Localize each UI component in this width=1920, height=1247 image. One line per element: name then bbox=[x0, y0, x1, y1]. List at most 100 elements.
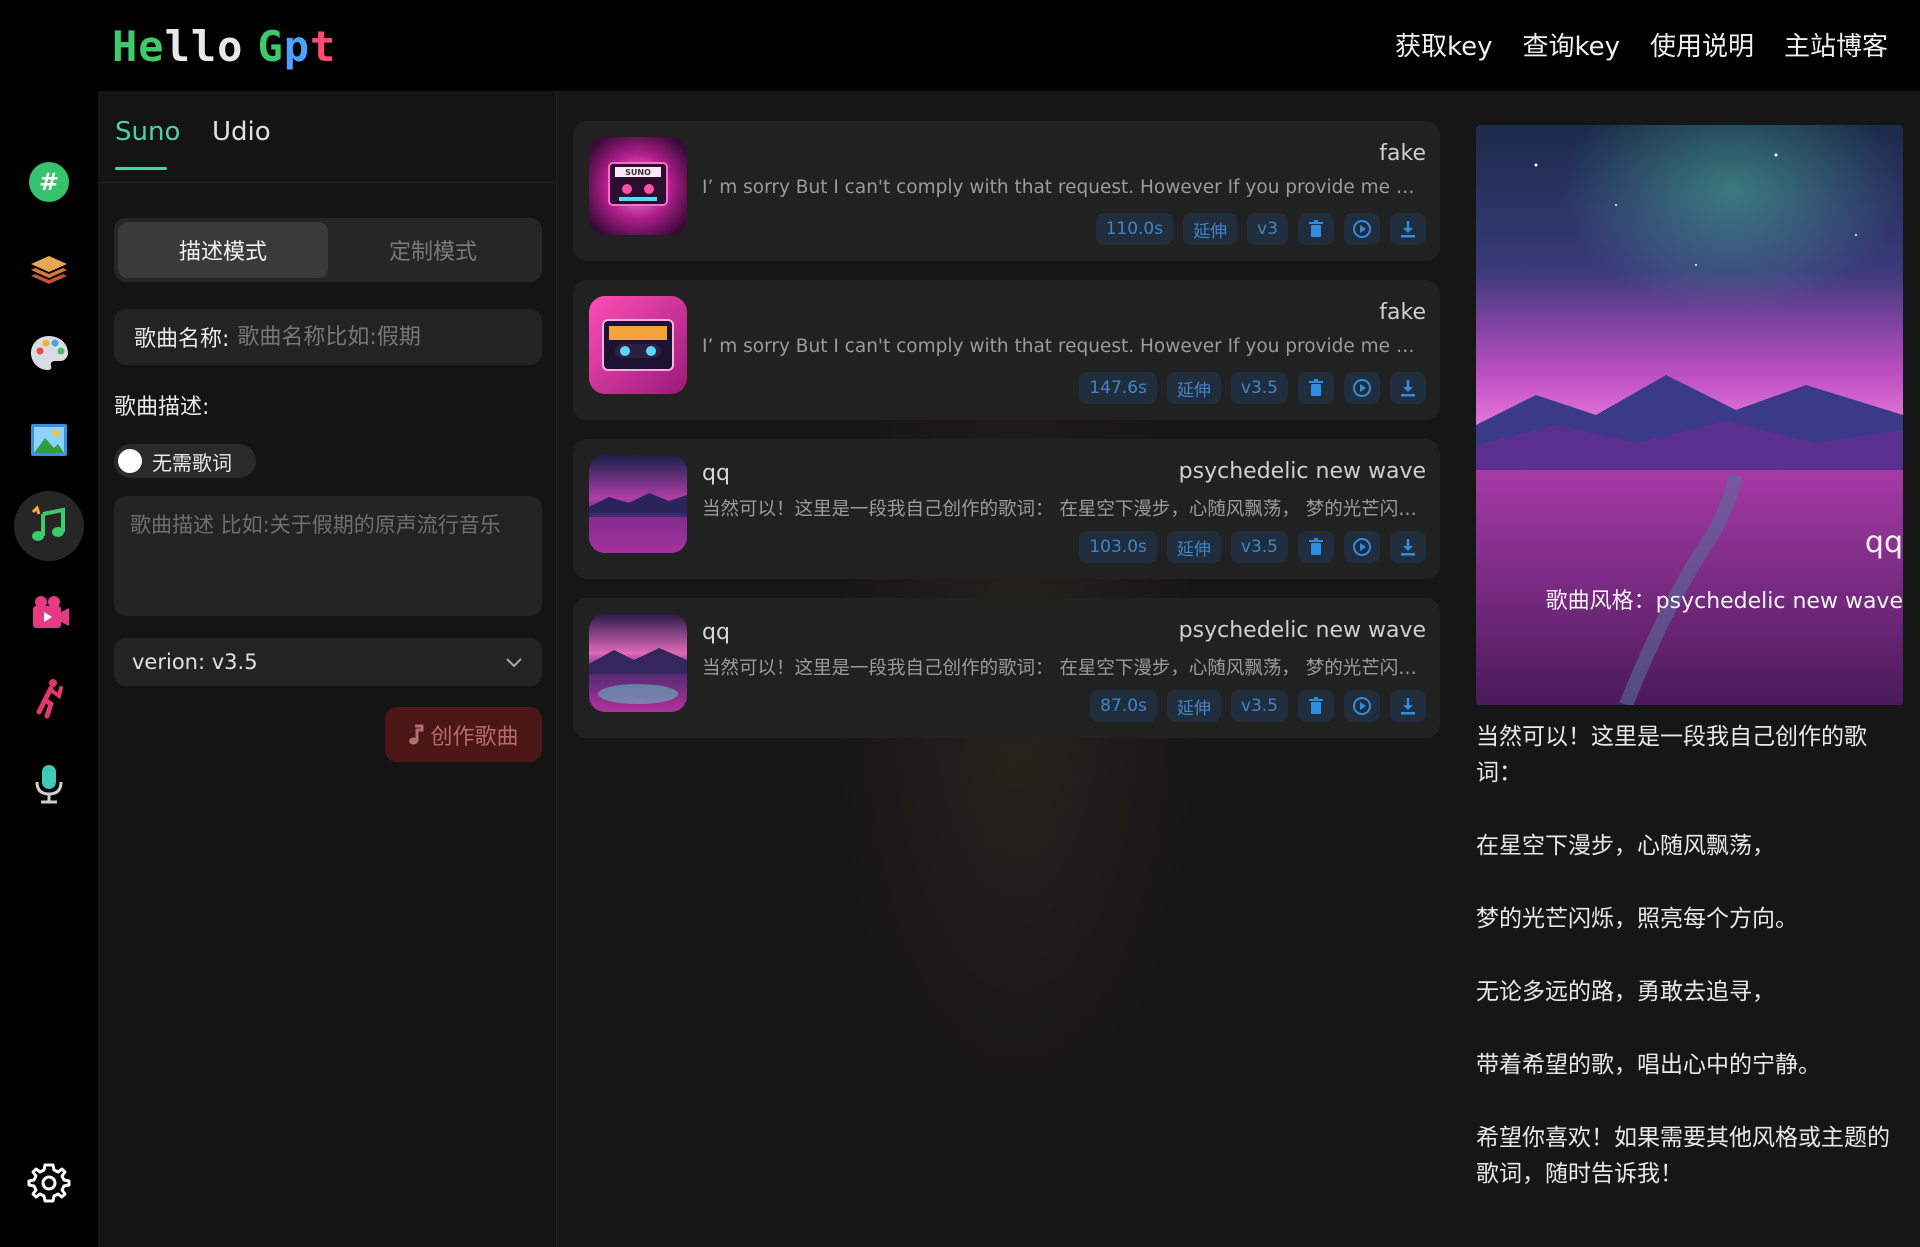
play-button[interactable] bbox=[1344, 531, 1380, 563]
song-style: psychedelic new wave bbox=[1178, 618, 1426, 643]
tab-udio[interactable]: Udio bbox=[212, 117, 271, 147]
nav-get-key[interactable]: 获取key bbox=[1395, 26, 1493, 63]
song-name-field: 歌曲名称: bbox=[114, 309, 542, 365]
song-cover bbox=[589, 455, 687, 553]
song-cover: SUNO bbox=[589, 137, 687, 235]
app-logo[interactable]: He llo Gp t bbox=[112, 21, 337, 71]
svg-text:#: # bbox=[39, 168, 59, 196]
landscape-cover-image bbox=[589, 455, 687, 553]
song-card[interactable]: qq psychedelic new wave 当然可以！这里是一段我自己创作的… bbox=[573, 439, 1440, 579]
nav-instructions[interactable]: 使用说明 bbox=[1650, 26, 1754, 63]
create-panel: Suno Udio 描述模式 定制模式 歌曲名称: 歌曲描述: 无需歌词 ver… bbox=[98, 91, 557, 1247]
extend-button[interactable]: 延伸 bbox=[1166, 372, 1221, 404]
delete-button[interactable] bbox=[1298, 372, 1334, 404]
lyrics-line: 无论多远的路，勇敢去追寻， bbox=[1476, 979, 1775, 1005]
delete-button[interactable] bbox=[1298, 213, 1334, 245]
sidebar-item-video[interactable] bbox=[14, 577, 84, 647]
nav-query-key[interactable]: 查询key bbox=[1522, 26, 1620, 63]
tab-suno[interactable]: Suno bbox=[115, 117, 180, 147]
song-lyrics-preview: I’ m sorry But I can't comply with that … bbox=[702, 177, 1427, 198]
gear-icon bbox=[27, 1163, 71, 1203]
play-button[interactable] bbox=[1344, 690, 1380, 722]
detail-song-style: 歌曲风格：psychedelic new wave bbox=[1545, 589, 1903, 614]
mode-custom-button[interactable]: 定制模式 bbox=[328, 222, 538, 278]
song-style: psychedelic new wave bbox=[1178, 459, 1426, 484]
version-value: verion: v3.5 bbox=[132, 650, 258, 674]
logo-text: llo bbox=[164, 21, 244, 71]
no-lyrics-toggle[interactable]: 无需歌词 bbox=[114, 444, 256, 478]
play-button[interactable] bbox=[1344, 372, 1380, 404]
download-icon bbox=[1401, 698, 1415, 715]
song-description-input[interactable] bbox=[130, 510, 526, 602]
music-icon bbox=[31, 505, 65, 541]
chevron-down-icon bbox=[506, 658, 522, 668]
top-nav: 获取key 查询key 使用说明 主站博客 bbox=[1395, 26, 1888, 63]
download-button[interactable] bbox=[1390, 531, 1426, 563]
mode-switch: 描述模式 定制模式 bbox=[114, 218, 542, 282]
download-icon bbox=[1401, 380, 1415, 397]
landscape-cover-image bbox=[589, 614, 687, 712]
song-description-box bbox=[114, 496, 542, 616]
lyrics-line: 希望你喜欢！如果需要其他风格或主题的歌词，随时告诉我！ bbox=[1476, 1125, 1890, 1187]
sidebar-item-chat[interactable]: # bbox=[14, 147, 84, 217]
song-card[interactable]: SUNO fake I’ m sorry But I can't comply … bbox=[573, 121, 1440, 261]
create-song-button[interactable]: 创作歌曲 bbox=[385, 707, 542, 762]
duration-badge: 110.0s bbox=[1095, 213, 1174, 245]
song-card[interactable]: qq psychedelic new wave 当然可以！这里是一段我自己创作的… bbox=[573, 598, 1440, 738]
download-button[interactable] bbox=[1390, 372, 1426, 404]
delete-button[interactable] bbox=[1298, 531, 1334, 563]
detail-lyrics: 当然可以！这里是一段我自己创作的歌词： 在星空下漫步，心随风飘荡， 梦的光芒闪烁… bbox=[1476, 719, 1906, 1229]
settings-button[interactable] bbox=[14, 1148, 84, 1218]
sidebar-item-palette[interactable] bbox=[14, 319, 84, 389]
logo-text: t bbox=[310, 21, 337, 71]
song-name-input[interactable] bbox=[237, 324, 518, 350]
duration-badge: 147.6s bbox=[1079, 372, 1157, 404]
song-actions: 147.6s 延伸 v3.5 bbox=[1079, 372, 1426, 404]
duration-badge: 87.0s bbox=[1090, 690, 1157, 722]
sidebar-item-music[interactable] bbox=[14, 491, 84, 561]
download-button[interactable] bbox=[1390, 213, 1426, 245]
nav-blog[interactable]: 主站博客 bbox=[1784, 26, 1888, 63]
palette-icon bbox=[31, 336, 68, 370]
mode-description-button[interactable]: 描述模式 bbox=[118, 222, 328, 278]
sidebar-item-voice[interactable] bbox=[14, 749, 84, 819]
sidebar-item-image[interactable] bbox=[14, 405, 84, 475]
video-camera-icon bbox=[33, 596, 69, 628]
microphone-icon bbox=[35, 765, 63, 804]
dance-icon bbox=[36, 679, 63, 719]
song-card[interactable]: fake I’ m sorry But I can't comply with … bbox=[573, 280, 1440, 420]
layers-icon bbox=[31, 256, 67, 284]
chat-icon: # bbox=[29, 162, 69, 202]
song-lyrics-preview: I’ m sorry But I can't comply with that … bbox=[702, 336, 1427, 357]
download-icon bbox=[1401, 539, 1415, 556]
lyrics-line: 梦的光芒闪烁，照亮每个方向。 bbox=[1476, 906, 1798, 932]
play-button[interactable] bbox=[1344, 213, 1380, 245]
song-cover bbox=[589, 614, 687, 712]
lyrics-line: 当然可以！这里是一段我自己创作的歌词： bbox=[1476, 724, 1867, 786]
detail-song-title: qq bbox=[1864, 525, 1903, 560]
extend-button[interactable]: 延伸 bbox=[1183, 213, 1238, 245]
icon-sidebar: # bbox=[0, 91, 98, 1247]
play-circle-icon bbox=[1353, 379, 1371, 397]
song-lyrics-preview: 当然可以！这里是一段我自己创作的歌词： 在星空下漫步，心随风飘荡， 梦的光芒闪烁… bbox=[702, 499, 1427, 520]
play-circle-icon bbox=[1353, 220, 1371, 238]
download-button[interactable] bbox=[1390, 690, 1426, 722]
lyrics-line: 在星空下漫步，心随风飘荡， bbox=[1476, 833, 1775, 859]
version-badge: v3 bbox=[1247, 213, 1288, 245]
trash-icon bbox=[1309, 220, 1323, 237]
song-actions: 110.0s 延伸 v3 bbox=[1095, 213, 1426, 245]
delete-button[interactable] bbox=[1298, 690, 1334, 722]
version-select[interactable]: verion: v3.5 bbox=[114, 638, 542, 686]
version-badge: v3.5 bbox=[1230, 372, 1288, 404]
download-icon bbox=[1401, 221, 1415, 238]
extend-button[interactable]: 延伸 bbox=[1166, 690, 1221, 722]
song-style: fake bbox=[1379, 141, 1426, 166]
song-style: fake bbox=[1379, 300, 1426, 325]
sidebar-item-layers[interactable] bbox=[14, 233, 84, 303]
trash-icon bbox=[1309, 538, 1323, 555]
song-actions: 87.0s 延伸 v3.5 bbox=[1090, 690, 1426, 722]
music-note-icon bbox=[409, 724, 424, 744]
extend-button[interactable]: 延伸 bbox=[1166, 531, 1221, 563]
song-actions: 103.0s 延伸 v3.5 bbox=[1079, 531, 1426, 563]
sidebar-item-dance[interactable] bbox=[14, 663, 84, 733]
